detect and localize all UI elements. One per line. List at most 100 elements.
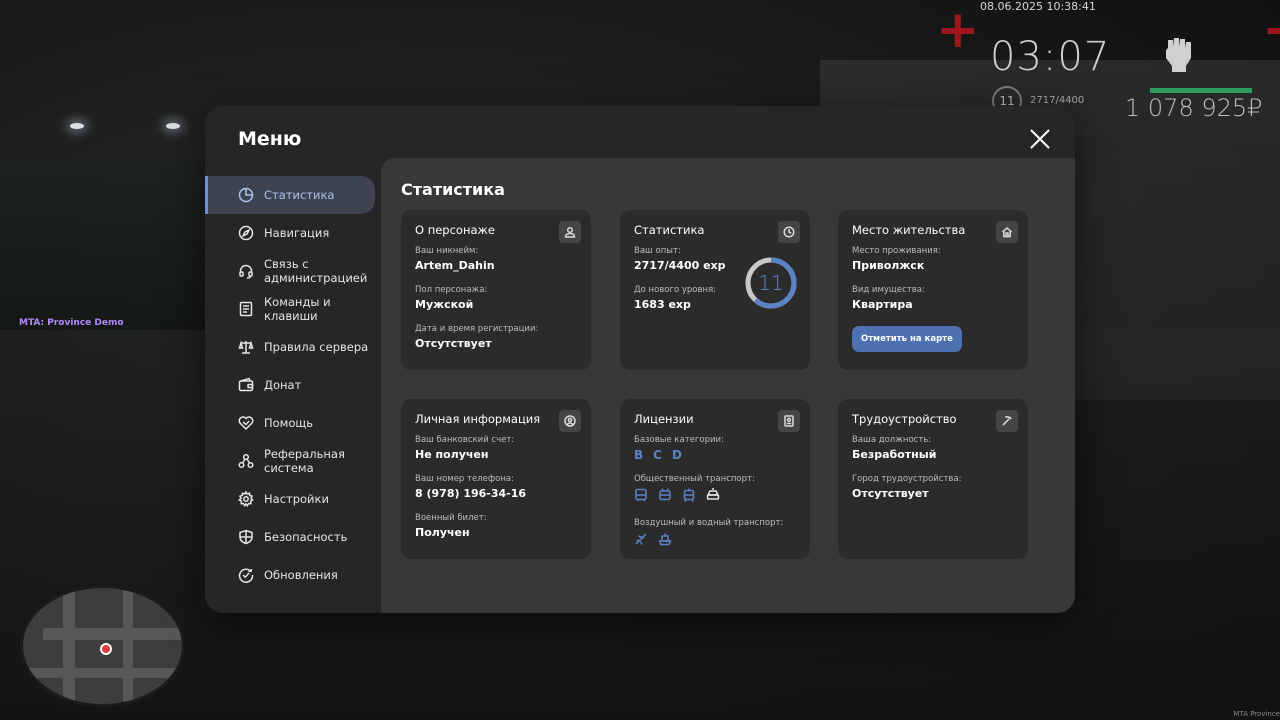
pickaxe-icon — [996, 410, 1018, 432]
user-icon — [559, 221, 581, 243]
street-lamp — [70, 123, 84, 129]
server-label: MTA: Province Demo — [19, 318, 124, 328]
card-title: Статистика — [634, 223, 705, 237]
sidebar-item-label: Связь с администрацией — [264, 257, 368, 285]
taxi-icon — [706, 487, 720, 506]
sidebar-item-contact-admin[interactable]: Связь с администрацией — [205, 252, 375, 290]
nickname-label: Ваш никнейм: — [415, 246, 479, 256]
position-label: Ваша должность: — [852, 435, 932, 445]
user-circle-icon — [559, 410, 581, 432]
id-badge-icon — [778, 410, 800, 432]
compass-icon — [238, 225, 254, 241]
property-type-value: Квартира — [852, 298, 913, 311]
wallet-icon — [238, 377, 254, 393]
mark-on-map-button[interactable]: Отметить на карте — [852, 326, 962, 352]
card-title: О персонаже — [415, 223, 495, 237]
sidebar-item-updates[interactable]: Обновления — [205, 556, 375, 594]
sidebar-item-commands[interactable]: Команды и клавиши — [205, 290, 375, 328]
license-category-d: D — [671, 448, 682, 462]
sidebar-item-label: Безопасность — [264, 530, 348, 544]
residence-place-label: Место проживания: — [852, 246, 941, 256]
property-type-label: Вид имущества: — [852, 285, 925, 295]
sidebar-item-label: Обновления — [264, 568, 338, 582]
employment-city-value: Отсутствует — [852, 487, 929, 500]
close-icon[interactable] — [1029, 128, 1051, 150]
server-corner-label: MTA Province — [1233, 710, 1280, 718]
sidebar-item-label: Настройки — [264, 492, 329, 506]
hud-datetime: 08.06.2025 10:38:41 — [980, 0, 1096, 13]
card-title: Место жительства — [852, 223, 966, 237]
license-category-c: C — [653, 448, 662, 462]
sidebar-item-help[interactable]: Помощь — [205, 404, 375, 442]
network-icon — [238, 453, 254, 469]
phone-value: 8 (978) 196-34-16 — [415, 487, 527, 500]
house-icon — [996, 221, 1018, 243]
sidebar: Статистика Навигация Связь с администрац… — [205, 176, 381, 594]
menu-window: Меню Статистика Навигация Связь с админи… — [205, 106, 1075, 613]
employment-card: Трудоустройство Ваша должность: Безработ… — [838, 399, 1028, 559]
scales-icon — [238, 339, 254, 355]
clock-icon — [778, 221, 800, 243]
military-id-value: Получен — [415, 526, 470, 539]
sidebar-item-rules[interactable]: Правила сервера — [205, 328, 375, 366]
hud-exp: 2717/4400 — [1030, 95, 1085, 106]
check-circle-icon — [238, 567, 254, 583]
sidebar-item-label: Команды и клавиши — [264, 295, 331, 323]
level-value: 11 — [758, 271, 784, 295]
sidebar-item-label: Навигация — [264, 226, 330, 240]
sidebar-item-navigation[interactable]: Навигация — [205, 214, 375, 252]
fist-icon — [1162, 34, 1196, 74]
phone-label: Ваш номер телефона: — [415, 474, 514, 484]
residence-card: Место жительства Место проживания: Приво… — [838, 210, 1028, 370]
nickname-value: Artem_Dahin — [415, 259, 495, 272]
player-marker-icon — [100, 643, 112, 655]
gender-value: Мужской — [415, 298, 474, 311]
registration-label: Дата и время регистрации: — [415, 324, 539, 334]
minimap[interactable] — [20, 585, 185, 707]
hud-clock: 03:07 — [990, 34, 1111, 80]
pie-chart-icon — [238, 187, 254, 203]
card-title: Лицензии — [634, 412, 694, 426]
sidebar-item-label: Реферальная система — [264, 447, 345, 475]
air-water-transport-icons — [634, 531, 796, 550]
hud-hospital-cross: + — [936, 0, 980, 60]
bank-account-value: Не получен — [415, 448, 489, 461]
sidebar-item-stats[interactable]: Статистика — [205, 176, 375, 214]
bank-account-label: Ваш банковский счет: — [415, 435, 515, 445]
base-categories-label: Базовые категории: — [634, 435, 724, 445]
content-panel: Статистика О персонаже Ваш никнейм: Arte… — [381, 158, 1075, 613]
tram-icon — [682, 487, 696, 506]
public-transport-label: Общественный транспорт: — [634, 474, 755, 484]
personal-info-card: Личная информация Ваш банковский счет: Н… — [401, 399, 591, 559]
sidebar-item-settings[interactable]: Настройки — [205, 480, 375, 518]
registration-value: Отсутствует — [415, 337, 492, 350]
position-value: Безработный — [852, 448, 937, 461]
card-title: Личная информация — [415, 412, 541, 426]
game-background-trees — [0, 160, 220, 330]
level-progress-ring: 11 — [744, 256, 798, 310]
list-icon — [238, 301, 254, 317]
military-id-label: Военный билет: — [415, 513, 487, 523]
exp-label: Ваш опыт: — [634, 246, 681, 256]
sidebar-item-donate[interactable]: Донат — [205, 366, 375, 404]
hud-health-bar — [1150, 88, 1252, 93]
gear-icon — [238, 490, 254, 508]
street-lamp — [166, 123, 180, 129]
hud-money: 1 078 925₽ — [1125, 94, 1263, 122]
licenses-card: Лицензии Базовые категории: B C D Общест… — [620, 399, 810, 559]
license-category-b: B — [634, 448, 644, 462]
hud-hospital-cross: + — [1262, 4, 1280, 56]
bus-icon — [634, 487, 648, 506]
menu-title: Меню — [238, 128, 302, 150]
handshake-icon — [238, 415, 254, 431]
card-title: Трудоустройство — [852, 412, 957, 426]
airplane-icon — [634, 531, 648, 550]
sidebar-item-label: Правила сервера — [264, 340, 369, 354]
trolleybus-icon — [658, 487, 672, 506]
sidebar-item-security[interactable]: Безопасность — [205, 518, 375, 556]
sidebar-item-label: Донат — [264, 378, 302, 392]
sidebar-item-referral[interactable]: Реферальная система — [205, 442, 375, 480]
page-title: Статистика — [401, 180, 505, 199]
headset-icon — [238, 263, 254, 279]
sidebar-item-label: Помощь — [264, 416, 314, 430]
